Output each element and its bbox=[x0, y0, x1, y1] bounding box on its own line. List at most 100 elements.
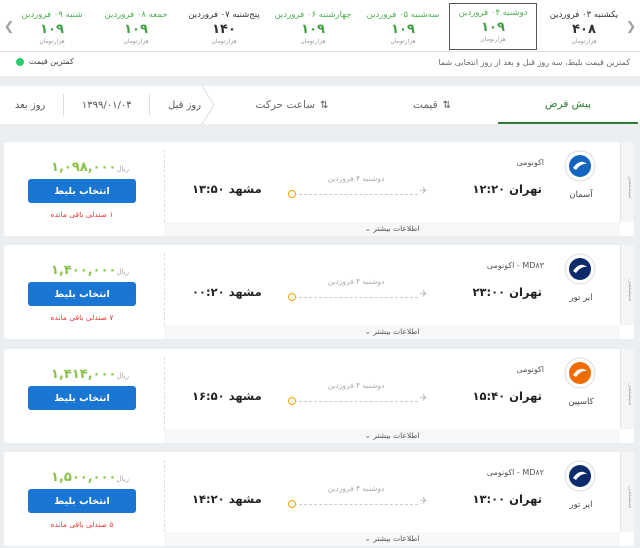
date-option-unit: هزارتومان bbox=[300, 38, 326, 45]
next-day-button[interactable]: روز بعد bbox=[15, 100, 46, 111]
flight-card: سیستمی آسمان اکونومی تهران ۱۲:۲۰ دوشنبه ۴ فر… bbox=[4, 142, 634, 236]
route-line: دوشنبه ۴ فروردین ✈ bbox=[288, 484, 428, 514]
flight-type-tag: سیستمی bbox=[620, 349, 634, 429]
airline-name: کاسپین bbox=[568, 397, 594, 407]
flight-class: MD۸۳ - اکونومی bbox=[486, 261, 544, 270]
flight-date: دوشنبه ۴ فروردین bbox=[327, 277, 385, 286]
flight-date: دوشنبه ۴ فروردین bbox=[327, 174, 385, 183]
date-option-label: شنبه ۰۹ فروردین bbox=[21, 10, 83, 20]
dashed-line bbox=[294, 194, 418, 195]
dashed-line bbox=[294, 401, 418, 402]
date-option-price: ۱۰۹ bbox=[124, 22, 148, 37]
cheapest-legend: کمترین قیمت bbox=[16, 57, 74, 66]
more-info-toggle[interactable]: اطلاعات بیشتر ⌄ bbox=[164, 222, 620, 236]
date-option-price: ۱۰۹ bbox=[481, 20, 505, 35]
price-value: ۱,۵۰۰,۰۰۰ bbox=[51, 470, 117, 485]
more-info-toggle[interactable]: اطلاعات بیشتر ⌄ bbox=[164, 532, 620, 546]
airplane-icon: ✈ bbox=[419, 289, 428, 300]
price: ریال۱,۵۰۰,۰۰۰ bbox=[32, 466, 132, 485]
tab-default[interactable]: پیش فرض bbox=[498, 86, 638, 124]
route-line: دوشنبه ۴ فروردین ✈ bbox=[288, 381, 428, 411]
price-value: ۱,۴۱۴,۰۰۰ bbox=[51, 367, 117, 382]
airline-logo-icon bbox=[564, 357, 596, 389]
date-option[interactable]: جمعه ۰۸ فروردین ۱۰۹ هزارتومان bbox=[92, 4, 180, 50]
currency-label: ریال bbox=[116, 475, 129, 483]
chevron-down-icon: ⌄ bbox=[364, 431, 371, 440]
select-ticket-button[interactable]: انتخاب بلیط bbox=[28, 179, 136, 203]
select-ticket-button[interactable]: انتخاب بلیط bbox=[28, 282, 136, 306]
flight-type-tag: سیستمی bbox=[620, 452, 634, 532]
date-option-unit: هزارتومان bbox=[39, 38, 65, 45]
more-info-label: اطلاعات بیشتر bbox=[373, 327, 420, 336]
destination-dot-icon bbox=[288, 293, 296, 301]
destination-dot-icon bbox=[288, 397, 296, 405]
flight-class: MD۸۲ - اکونومی bbox=[486, 468, 544, 477]
flight-class: اکونومی bbox=[516, 365, 544, 374]
date-option[interactable]: سه‌شنبه ۰۵ فروردین ۱۰۹ هزارتومان bbox=[359, 4, 447, 50]
sort-bar: روز بعد ۱۳۹۹/۰۱/۰۴ روز قبل ساعت حرکت ⇅ ق… bbox=[0, 86, 640, 124]
more-info-toggle[interactable]: اطلاعات بیشتر ⌄ bbox=[164, 325, 620, 339]
airline-name: آسمان bbox=[569, 190, 593, 200]
cheapest-label: کمترین قیمت bbox=[29, 57, 74, 66]
date-option-label: دوشنبه ۰۴ فروردین bbox=[458, 8, 528, 18]
flight-class: اکونومی bbox=[516, 158, 544, 167]
select-ticket-button[interactable]: انتخاب بلیط bbox=[28, 386, 136, 410]
info-text: کمترین قیمت بلیط، سه روز قبل و بعد از رو… bbox=[438, 58, 630, 67]
divider bbox=[63, 94, 65, 116]
tab-price[interactable]: قیمت ⇅ bbox=[366, 86, 498, 124]
divider bbox=[164, 460, 165, 532]
price: ریال۱,۰۹۸,۰۰۰ bbox=[32, 156, 132, 175]
date-option[interactable]: یکشنبه ۰۳ فروردین ۴۰۸ هزارتومان bbox=[540, 4, 628, 50]
airline-logo-icon bbox=[564, 460, 596, 492]
airplane-icon: ✈ bbox=[419, 393, 428, 404]
seats-remaining: ۷ صندلی باقی مانده bbox=[50, 313, 114, 322]
airplane-icon: ✈ bbox=[419, 496, 428, 507]
date-option-label: سه‌شنبه ۰۵ فروردین bbox=[366, 10, 440, 20]
flight-card: سیستمی کاسپین اکونومی تهران ۱۵:۴۰ دوشنبه ۴ ف… bbox=[4, 349, 634, 443]
date-option-unit: هزارتومان bbox=[571, 38, 597, 45]
more-info-label: اطلاعات بیشتر bbox=[373, 534, 420, 543]
price: ریال۱,۴۰۰,۰۰۰ bbox=[32, 259, 132, 278]
route-line: دوشنبه ۴ فروردین ✈ bbox=[288, 277, 428, 307]
date-option[interactable]: چهارشنبه ۰۶ فروردین ۱۰۹ هزارتومان bbox=[269, 4, 357, 50]
prev-day-button[interactable]: روز قبل bbox=[168, 100, 201, 111]
departure-time: تهران ۲۳:۰۰ bbox=[472, 285, 542, 299]
divider bbox=[164, 150, 165, 222]
dashed-line bbox=[294, 297, 418, 298]
price-value: ۱,۰۹۸,۰۰۰ bbox=[51, 160, 117, 175]
arrival-time: مشهد ۱۴:۲۰ bbox=[192, 492, 262, 506]
price-value: ۱,۴۰۰,۰۰۰ bbox=[51, 263, 117, 278]
flight-card: سیستمی ایر تور MD۸۲ - اکونومی تهران ۱۳:۰۰ دو… bbox=[4, 452, 634, 546]
destination-dot-icon bbox=[288, 500, 296, 508]
divider bbox=[164, 253, 165, 325]
departure-time: تهران ۱۵:۴۰ bbox=[472, 389, 542, 403]
info-bar: کمترین قیمت بلیط، سه روز قبل و بعد از رو… bbox=[0, 52, 640, 76]
sort-icon: ⇅ bbox=[320, 99, 329, 111]
flight-card: سیستمی ایر تور MD۸۳ - اکونومی تهران ۲۳:۰۰ دو… bbox=[4, 245, 634, 339]
date-option-price: ۱۰۹ bbox=[301, 22, 325, 37]
route-line: دوشنبه ۴ فروردین ✈ bbox=[288, 174, 428, 204]
airline-logo-icon bbox=[564, 253, 596, 285]
date-option-unit: هزارتومان bbox=[480, 36, 506, 43]
departure-time: تهران ۱۳:۰۰ bbox=[472, 492, 542, 506]
date-option[interactable]: دوشنبه ۰۴ فروردین ۱۰۹ هزارتومان bbox=[449, 3, 537, 50]
more-info-toggle[interactable]: اطلاعات بیشتر ⌄ bbox=[164, 429, 620, 443]
arrival-time: مشهد ۱۳:۵۰ bbox=[192, 182, 262, 196]
currency-label: ریال bbox=[116, 372, 129, 380]
flight-type-tag: سیستمی bbox=[620, 142, 634, 222]
date-option-price: ۱۰۹ bbox=[391, 22, 415, 37]
date-option-price: ۴۰۸ bbox=[572, 22, 596, 37]
currency-label: ریال bbox=[116, 165, 129, 173]
destination-dot-icon bbox=[288, 190, 296, 198]
sort-icon: ⇅ bbox=[442, 99, 451, 111]
flight-date: دوشنبه ۴ فروردین bbox=[327, 484, 385, 493]
date-option[interactable]: شنبه ۰۹ فروردین ۱۰۹ هزارتومان bbox=[8, 4, 96, 50]
date-option[interactable]: پنج‌شنبه ۰۷ فروردین ۱۴۰ هزارتومان bbox=[180, 4, 268, 50]
date-option-unit: هزارتومان bbox=[390, 38, 416, 45]
chevron-down-icon: ⌄ bbox=[364, 327, 371, 336]
more-info-label: اطلاعات بیشتر bbox=[373, 224, 420, 233]
date-strip: ❮ ❯ یکشنبه ۰۳ فروردین ۴۰۸ هزارتومان دوشنبه … bbox=[0, 0, 640, 52]
select-ticket-button[interactable]: انتخاب بلیط bbox=[28, 489, 136, 513]
tab-label: قیمت bbox=[413, 99, 438, 111]
tab-departure-time[interactable]: ساعت حرکت ⇅ bbox=[218, 86, 366, 124]
